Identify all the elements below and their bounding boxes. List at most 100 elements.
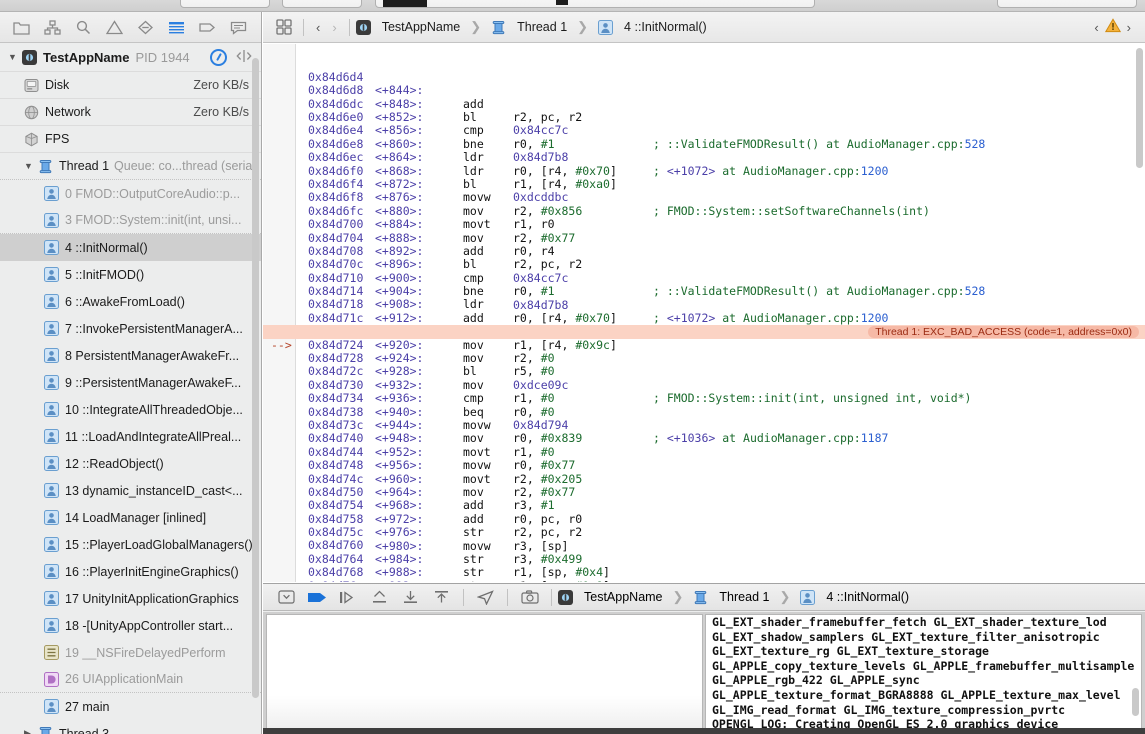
disassembly-line[interactable]: 0x84d6f0 <+872>: movw r2, #0x856 [263,138,1145,218]
breadcrumb-item-process[interactable]: TestAppName [382,20,461,34]
back-button[interactable]: ‹ [310,20,326,35]
disassembly-line[interactable]: 0x84d720 <+920>: mov r5, #0 [263,298,1145,378]
disassembly-line[interactable]: 0x84d748 <+960>: mov r3, #1 [263,432,1145,512]
gauge-row-disk[interactable]: Disk Zero KB/s [0,72,261,99]
disassembly-line[interactable]: 0x84d718 <+912>: ldr r1, [r4, #0x9c] [263,272,1145,352]
disassembly-line[interactable]: 0x84d734 <+940>: movw r0, #0x839 [263,365,1145,445]
debug-breadcrumb-thread[interactable]: Thread 1 [719,590,769,604]
debug-breadcrumb-frame[interactable]: 4 ::InitNormal() [826,590,909,604]
stack-frame-row[interactable]: 27 main [0,693,261,720]
toolbar-button-2[interactable] [282,0,362,8]
navigator-scrollbar[interactable] [252,58,259,698]
stack-frame-row[interactable]: 18 -[UnityAppController start... [0,612,261,639]
disassembly-line[interactable]: 0x84d6e0 <+856>: bne 0x84d7b8 ; <+1072> … [263,84,1145,177]
issue-previous-button[interactable]: ‹ [1088,20,1104,35]
stack-frame-row[interactable]: 6 ::AwakeFromLoad() [0,288,261,315]
speech-bubble-icon[interactable] [223,14,254,40]
tag-icon[interactable] [192,14,223,40]
scheme-chip[interactable] [383,0,427,7]
disassembly-line[interactable]: 0x84d6f8 <+880>: movt r2, #0x77 [263,165,1145,244]
stack-frame-row[interactable]: 17 UnityInitApplicationGraphics [0,585,261,612]
search-icon[interactable] [68,14,99,40]
disassembly-line[interactable]: 0x84d754 <+972>: str r3, [sp] [263,473,1145,552]
process-row[interactable]: ▼ TestAppName PID 1944 [0,44,261,72]
disassembly-line[interactable]: 0x84d770 <+1000>: ldr r0, [r4, #0x70] [263,566,1145,579]
related-items-icon[interactable] [271,15,297,39]
disassembly-line[interactable]: 0x84d76c <+996>: bl 0x780b10 ; ::DebugSt… [263,553,1145,582]
stack-frame-row[interactable]: 13 dynamic_instanceID_cast<... [0,477,261,504]
disassembly-line[interactable]: 0x84d730 <+936>: beq 0x84d794 ; <+1036> … [263,352,1145,445]
stack-frame-row[interactable]: 8 PersistentManagerAwakeFr... [0,342,261,369]
disclosure-triangle-icon[interactable]: ▼ [8,53,22,62]
disassembly-line[interactable]: 0x84d708 <+896>: cmp r0, #1 [263,218,1145,298]
stack-frame-row[interactable]: 5 ::InitFMOD() [0,261,261,288]
disassembly-line[interactable]: 0x84d744 <+956>: movt r2, #0x77 [263,419,1145,499]
thread-row-1[interactable]: ▼ Thread 1 Queue: co...thread (serial) [0,153,261,180]
disassembly-line[interactable]: 0x84d6ec <+868>: bl 0xdcddbc ; FMOD::Sys… [263,124,1145,217]
disassembly-line[interactable]: 0x84d71c <+916>: mov r2, #0 [263,285,1145,365]
step-over-icon[interactable] [333,586,364,608]
disassembly-line[interactable]: 0x84d700 <+888>: add r2, pc, r2 [263,191,1145,271]
disassembly-line[interactable]: 0x84d6f4 <+876>: mov r1, r0 [263,151,1145,231]
disassembly-line[interactable]: 0x84d768 <+992>: mov r1, #0 [263,539,1145,582]
stack-frame-row[interactable]: 26 UIApplicationMain [0,666,261,693]
disassembly-line[interactable]: 0x84d6d4 <+844>: add r2, pc, r2 [263,44,1145,124]
continue-icon[interactable] [302,586,333,608]
disassembly-line[interactable]: 0x84d714 <+908>: add r3, sp, #44 [263,258,1145,338]
disassembly-line[interactable]: 0x84d6e8 <+864>: ldr r1, [r4, #0xa0] [263,111,1145,191]
view-hierarchy-icon[interactable] [514,586,545,608]
thread-row[interactable]: ▶ Thread 3 [0,720,261,734]
disassembly-line[interactable]: --> 0x84d728 <+928>: mov r1, #0 Thread 1… [263,325,1145,405]
hide-debug-area-icon[interactable] [271,586,302,608]
breadcrumb-item-thread[interactable]: Thread 1 [517,20,567,34]
disassembly-line[interactable]: 0x84d764 <+988>: str r1, [sp, #0xc] [263,526,1145,582]
step-out-icon[interactable] [395,586,426,608]
stack-frame-row[interactable]: 12 ::ReadObject() [0,450,261,477]
stack-frame-row[interactable]: 3 FMOD::System::init(int, unsi... [0,207,261,234]
warning-triangle-icon[interactable] [1104,18,1121,36]
disassembly-line[interactable]: 0x84d6fc <+884>: mov r0, r4 [263,178,1145,258]
disassembly-line[interactable]: 0x84d72c <+932>: cmp r0, #0 [263,339,1145,418]
variables-view[interactable] [266,614,703,731]
stack-frame-row[interactable]: 10 ::IntegrateAllThreadedObje... [0,396,261,423]
disassembly-line[interactable]: 0x84d6e4 <+860>: ldr r0, [r4, #0x70] [263,98,1145,177]
disclosure-triangle-icon[interactable]: ▼ [24,161,38,171]
disassembly-line[interactable]: 0x84d760 <+984>: str r1, [sp, #0x8] [263,513,1145,582]
debug-list-icon[interactable] [161,14,192,40]
simulate-location-icon[interactable] [470,586,501,608]
stack-frame-row[interactable]: 15 ::PlayerLoadGlobalManagers() [0,531,261,558]
hierarchy-icon[interactable] [37,14,68,40]
disassembly-view[interactable]: 0x84d6d4 <+844>: add r2, pc, r2 0x84d6d8… [263,44,1145,582]
disassembly-line[interactable]: 0x84d6dc <+852>: cmp r0, #1 [263,71,1145,151]
disassembly-line[interactable]: 0x84d75c <+980>: str r1, [sp, #0x4] [263,499,1145,579]
gauge-icon[interactable] [210,49,227,66]
gauge-row-network[interactable]: Network Zero KB/s [0,99,261,126]
activity-view[interactable] [375,0,815,8]
disassembly-line[interactable]: 0x84d70c <+900>: bne 0x84d7b8 ; <+1072> … [263,231,1145,324]
forward-button[interactable]: › [326,20,342,35]
step-out-of-frame-icon[interactable] [426,586,457,608]
disassembly-line[interactable]: 0x84d774 <+1004>: mov r1, #2 [263,580,1145,582]
disclosure-triangle-icon[interactable]: ▶ [24,729,38,734]
disassembly-line[interactable]: 0x84d750 <+968>: add r2, pc, r2 [263,459,1145,539]
disassembly-line[interactable]: 0x84d738 <+944>: mov r1, #0 [263,379,1145,459]
disassembly-line[interactable]: 0x84d724 <+924>: bl 0xdce09c ; FMOD::Sys… [263,312,1145,405]
debug-breadcrumb-process[interactable]: TestAppName [584,590,663,604]
editor-mode-buttons[interactable] [997,0,1137,8]
stack-frame-row[interactable]: 19 __NSFireDelayedPerform [0,639,261,666]
split-view-icon[interactable] [235,49,253,66]
stack-frame-row[interactable]: 11 ::LoadAndIntegrateAllPreal... [0,423,261,450]
breadcrumb-item-frame[interactable]: 4 ::InitNormal() [624,20,707,34]
console-output[interactable]: GL_EXT_shader_framebuffer_fetch GL_EXT_s… [705,614,1142,731]
disassembly-line[interactable]: 0x84d740 <+952>: movw r2, #0x205 [263,406,1145,485]
stack-frame-row[interactable]: 7 ::InvokePersistentManagerA... [0,315,261,342]
debug-breadcrumb[interactable]: TestAppName ❯ Thread 1 ❯ 4 ::InitNormal(… [558,589,909,605]
disassembly-line[interactable]: 0x84d73c <+948>: movt r0, #0x77 [263,392,1145,472]
console-scrollbar[interactable] [1132,688,1139,716]
diamond-icon[interactable] [130,14,161,40]
editor-scrollbar[interactable] [1136,48,1143,168]
stack-frame-row[interactable]: 4 ::InitNormal() [0,234,261,261]
disassembly-line[interactable]: 0x84d6d8 <+848>: bl 0x84cc7c ; ::Validat… [263,57,1145,150]
breadcrumb[interactable]: TestAppName ❯ Thread 1 ❯ 4 ::InitNormal(… [355,19,707,35]
gauge-row-fps[interactable]: FPS [0,126,261,153]
